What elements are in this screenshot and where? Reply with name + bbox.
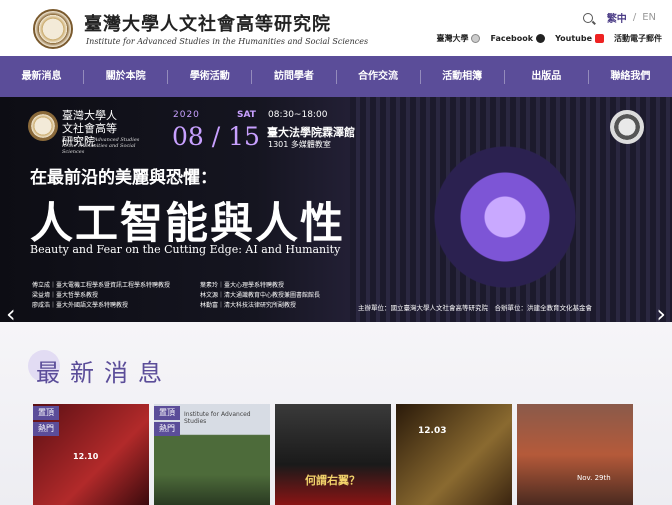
nav-item-contact[interactable]: 聯絡我們 — [587, 69, 672, 84]
pinned-badge: 置頂 — [154, 406, 180, 420]
partner-badge-logo — [610, 110, 644, 144]
search-icon[interactable] — [582, 12, 593, 23]
speaker-line: 林勤富｜清大科技法律研究所副教授 — [200, 302, 297, 309]
lang-zh-link[interactable]: 繁中 — [607, 10, 627, 25]
banner-title: 人工智能與人性 — [30, 199, 345, 249]
institute-seal-logo[interactable] — [33, 9, 73, 49]
news-card-text: Institute for Advanced Studies — [184, 411, 251, 425]
speaker-line: 葉素玲｜臺大心理學系特聘教授 — [200, 282, 285, 289]
nav-item-news[interactable]: 最新消息 — [0, 70, 83, 84]
news-card-text: 12.10 — [73, 452, 99, 461]
main-nav: 最新消息 關於本院 學術活動 訪問學者 合作交流 活動相簿 出版品 聯絡我們 — [0, 56, 672, 97]
nav-item-about[interactable]: 關於本院 — [83, 69, 167, 84]
banner-room: 1301 多媒體教室 — [268, 140, 331, 149]
speaker-line: 梁益堉｜臺大哲學系教授 — [32, 292, 99, 299]
nav-item-visiting-scholars[interactable]: 訪問學者 — [251, 69, 335, 84]
news-card[interactable]: 12.03 — [396, 404, 512, 505]
hero-banner[interactable]: 臺灣大學人文社會高等研究院 Institute for Advanced Stu… — [0, 97, 672, 322]
ntu-icon — [471, 34, 481, 43]
chevron-right-icon[interactable]: › — [656, 302, 666, 322]
chevron-left-icon[interactable]: ‹ — [6, 302, 16, 322]
youtube-link[interactable]: Youtube — [555, 34, 604, 43]
banner-title-english: Beauty and Fear on the Cutting Edge: AI … — [30, 243, 341, 256]
nav-item-events[interactable]: 學術活動 — [167, 69, 251, 84]
hot-badge: 熱門 — [154, 422, 180, 436]
banner-organizers: 主辦單位：國立臺灣大學人文社會高等研究院 合辦單位：洪建全教育文化基金會 — [358, 304, 592, 312]
site-logo-chinese[interactable]: 臺灣大學人文社會高等研究院 — [84, 10, 331, 36]
speaker-line: 廖咸浩｜臺大外國語文學系特聘教授 — [32, 302, 129, 309]
hot-badge: 熱門 — [33, 422, 59, 436]
banner-time: 08:30~18:00 — [268, 110, 328, 120]
banner-logo-english: Institute for Advanced Studies in the Hu… — [62, 137, 140, 155]
nav-item-albums[interactable]: 活動相簿 — [419, 69, 504, 84]
ntu-link[interactable]: 臺灣大學 — [436, 33, 481, 44]
lang-separator: / — [632, 12, 637, 23]
site-header: 臺灣大學人文社會高等研究院 Institute for Advanced Stu… — [0, 0, 672, 56]
banner-weekday: SAT — [237, 110, 256, 120]
news-card-text: 何謂右翼？ — [305, 474, 360, 487]
news-card[interactable]: 置頂 熱門 12.10 — [33, 404, 149, 505]
lang-en-link[interactable]: EN — [642, 12, 656, 23]
banner-subtitle: 在最前沿的美麗與恐懼： — [30, 168, 217, 188]
youtube-link-label: Youtube — [555, 34, 592, 43]
utility-bar: 繁中 / EN — [582, 10, 656, 25]
news-card[interactable]: Nov. 29th — [517, 404, 633, 505]
facebook-link[interactable]: Facebook — [490, 34, 546, 43]
ntu-link-label: 臺灣大學 — [436, 34, 469, 43]
site-logo-english[interactable]: Institute for Advanced Studies in the Hu… — [86, 37, 368, 46]
banner-date: 08 / 15 — [172, 122, 260, 151]
facebook-icon — [536, 34, 546, 43]
banner-year: 2020 — [173, 110, 200, 120]
news-heading: 最新消息 — [36, 359, 172, 387]
facebook-link-label: Facebook — [490, 34, 534, 43]
speaker-list-right: 葉素玲｜臺大心理學系特聘教授 林文源｜清大通識教育中心教授兼圖書館館長 林勤富｜… — [200, 281, 360, 311]
newsletter-link[interactable]: 活動電子郵件 — [614, 33, 662, 44]
speaker-line: 林文源｜清大通識教育中心教授兼圖書館館長 — [200, 292, 321, 299]
news-card[interactable]: 置頂 熱門 Institute for Advanced Studies — [154, 404, 270, 505]
speaker-list-left: 傅立成｜臺大電機工程學系暨資訊工程學系特聘教授 梁益堉｜臺大哲學系教授 廖咸浩｜… — [32, 281, 192, 311]
banner-seal-logo — [28, 111, 58, 141]
news-card-text: 12.03 — [418, 426, 447, 436]
external-links: 臺灣大學 Facebook Youtube 活動電子郵件 — [436, 33, 662, 44]
news-card-text: Nov. 29th — [577, 474, 611, 482]
pinned-badge: 置頂 — [33, 406, 59, 420]
nav-item-collaboration[interactable]: 合作交流 — [335, 69, 420, 84]
youtube-icon — [595, 34, 604, 43]
nav-item-publications[interactable]: 出版品 — [503, 69, 588, 84]
speaker-line: 傅立成｜臺大電機工程學系暨資訊工程學系特聘教授 — [32, 282, 171, 289]
banner-venue: 臺大法學院霖澤館 — [267, 126, 355, 139]
news-card[interactable]: 何謂右翼？ — [275, 404, 391, 505]
